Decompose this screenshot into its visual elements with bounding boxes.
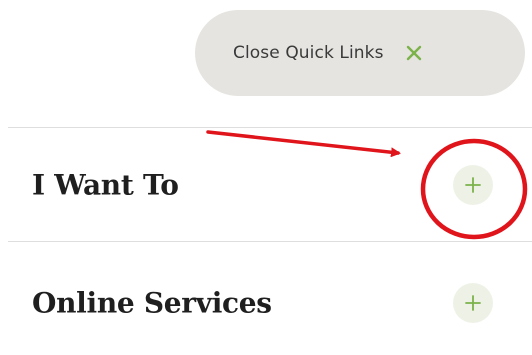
close-quick-links-label: Close Quick Links <box>233 43 384 63</box>
section-title: Online Services <box>32 286 272 320</box>
section-title: I Want To <box>32 168 179 202</box>
plus-icon[interactable] <box>453 165 493 205</box>
divider <box>8 241 532 242</box>
close-quick-links-button[interactable]: Close Quick Links <box>195 10 525 96</box>
plus-icon[interactable] <box>453 283 493 323</box>
divider <box>8 127 532 128</box>
section-online-services[interactable]: Online Services <box>8 258 532 348</box>
quick-links-panel: Close Quick Links I Want To Online Servi… <box>0 0 532 355</box>
section-i-want-to[interactable]: I Want To <box>8 140 532 230</box>
close-x-icon <box>404 43 424 63</box>
